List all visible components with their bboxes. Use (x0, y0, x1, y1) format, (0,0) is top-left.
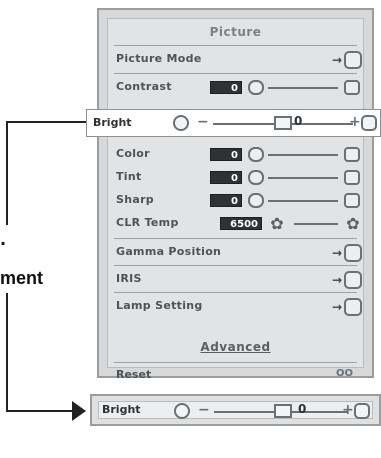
iris-label: IRIS (116, 272, 142, 285)
clr-temp-label: CLR Temp (116, 216, 179, 229)
color-end-icon (344, 147, 360, 162)
bright-slider-thumb[interactable] (274, 404, 292, 418)
contrast-slider-line (268, 87, 338, 89)
reset-label[interactable]: Reset (116, 368, 151, 381)
gamma-position-label: Gamma Position (116, 245, 222, 258)
title-separator (114, 45, 357, 46)
tint-end-icon (344, 170, 360, 185)
reset-icon[interactable] (361, 115, 377, 131)
callout-line (6, 293, 8, 411)
bright-bar-standalone[interactable]: Bright − 0 + (90, 394, 381, 426)
sharp-knob-icon (248, 193, 264, 208)
plus-icon: + (342, 402, 354, 418)
separator (114, 73, 357, 74)
bright-value: 0 (298, 402, 307, 416)
gear-icon-end: ✿ (346, 214, 360, 233)
row-tint[interactable]: Tint 0 (108, 167, 363, 189)
color-label: Color (116, 147, 150, 160)
contrast-label: Contrast (116, 80, 172, 93)
row-lamp-setting[interactable]: Lamp Setting → (108, 296, 363, 318)
picture-menu: Picture Picture Mode → Contrast 0 Color … (97, 8, 374, 381)
color-slider-line (268, 154, 338, 156)
separator (114, 238, 357, 239)
row-gamma-position[interactable]: Gamma Position → (108, 242, 363, 264)
bright-value: 0 (294, 114, 303, 128)
callout-line (6, 121, 86, 123)
sharp-label: Sharp (116, 193, 154, 206)
sharp-value: 0 (210, 194, 242, 207)
picture-menu-inner: Picture Picture Mode → Contrast 0 Color … (107, 18, 364, 381)
row-iris[interactable]: IRIS → (108, 269, 363, 291)
picture-mode-label: Picture Mode (116, 52, 202, 65)
clr-temp-value: 6500 (220, 217, 262, 230)
bright-label: Bright (102, 403, 141, 416)
clr-temp-slider-line (294, 223, 338, 225)
arrow-right-icon: → (332, 273, 343, 287)
contrast-value: 0 (210, 81, 242, 94)
minus-icon: − (198, 402, 210, 418)
sharp-end-icon (344, 193, 360, 208)
color-value: 0 (210, 148, 242, 161)
bright-label: Bright (93, 116, 132, 129)
plus-icon: + (349, 114, 361, 130)
round-icon (174, 403, 190, 419)
color-knob-icon (248, 147, 264, 162)
arrow-right-icon: → (332, 53, 343, 67)
callout-line (6, 410, 78, 412)
reset-icon: OO (335, 368, 353, 379)
reset-icon[interactable] (354, 403, 370, 419)
lamp-setting-label: Lamp Setting (116, 299, 203, 312)
separator (114, 265, 357, 266)
bright-slider-thumb[interactable] (274, 116, 292, 130)
row-sharp[interactable]: Sharp 0 (108, 190, 363, 212)
arrow-right-icon: → (332, 300, 343, 314)
tint-slider-line (268, 177, 338, 179)
bright-adjustment-bar[interactable]: Bright − 0 + (86, 109, 381, 137)
separator (114, 362, 357, 363)
advanced-link[interactable]: Advanced (108, 340, 363, 358)
callout-dot: . (0, 230, 7, 249)
contrast-end-icon (344, 80, 360, 95)
separator (114, 292, 357, 293)
tint-value: 0 (210, 171, 242, 184)
tint-label: Tint (116, 170, 142, 183)
callout-line (6, 121, 8, 225)
tint-knob-icon (248, 170, 264, 185)
row-clr-temp[interactable]: CLR Temp 6500 ✿ ✿ (108, 213, 363, 235)
row-picture-mode[interactable]: Picture Mode → (108, 49, 363, 71)
round-icon (173, 115, 189, 131)
row-color[interactable]: Color 0 (108, 144, 363, 166)
picture-mode-icon (344, 51, 362, 69)
arrow-right-icon (72, 401, 86, 421)
callout-text: ment (0, 268, 44, 288)
gamma-icon (344, 244, 362, 262)
row-contrast[interactable]: Contrast 0 (108, 77, 363, 99)
menu-title: Picture (209, 25, 262, 39)
lamp-icon (344, 298, 362, 316)
sharp-slider-line (268, 200, 338, 202)
minus-icon: − (197, 114, 209, 130)
gear-icon: ✿ (270, 214, 284, 233)
contrast-knob-icon (248, 80, 264, 95)
iris-icon (344, 271, 362, 289)
arrow-right-icon: → (332, 246, 343, 260)
